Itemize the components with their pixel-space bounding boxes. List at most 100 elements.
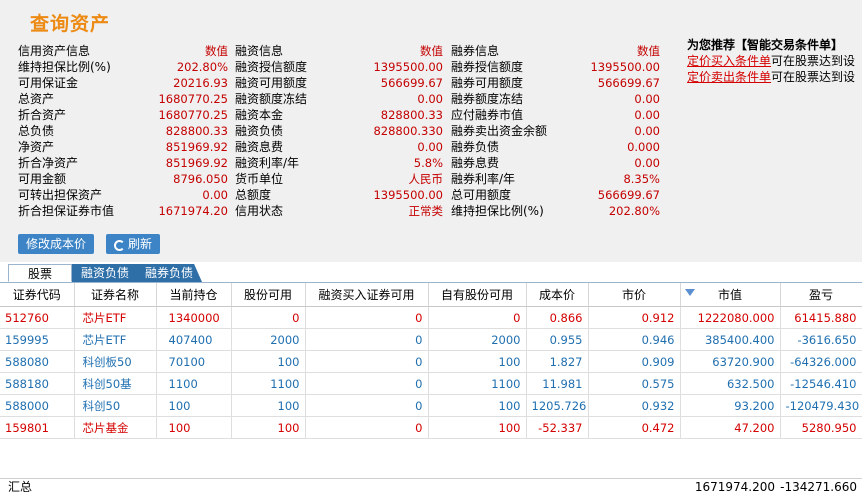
table-cell: 科创50基 <box>74 372 157 395</box>
totals-market-value: 1671974.200 <box>694 480 775 494</box>
info-value: 8.35% <box>623 172 660 186</box>
table-cell: 1340000 <box>156 306 232 329</box>
info-value: 数值 <box>637 44 660 58</box>
info-value: 0.000 <box>627 140 660 154</box>
info-value: 566699.67 <box>597 188 660 202</box>
table-cell: 0.909 <box>588 350 681 373</box>
info-value: 数值 <box>420 44 443 58</box>
table-row[interactable]: 159801 芯片基金 100 100 0 100 -52.337 0.472 47.200 52… <box>0 416 862 439</box>
table-cell: 0.955 <box>526 328 589 351</box>
table-cell: 588180 <box>0 372 75 395</box>
table-row[interactable]: 588000 科创50 100 100 0 100 1205.726 0.932 93.200-… <box>0 394 862 417</box>
info-label: 可转出担保资产 <box>18 188 103 202</box>
table-cell: 100 <box>231 416 306 439</box>
info-label: 可用金额 <box>18 172 67 186</box>
info-label: 维持担保比例(%) <box>451 204 544 218</box>
table-cell: 0.575 <box>588 372 681 395</box>
col1-info-row: 折合担保证券市值 1671974.20 <box>18 203 228 219</box>
column-header[interactable]: 自有股份可用 <box>428 283 527 307</box>
info-label: 折合担保证券市值 <box>18 204 115 218</box>
table-cell: 2000 <box>231 328 306 351</box>
col1-info-row: 总资产 1680770.25 <box>18 91 228 107</box>
info-value: 1680770.25 <box>158 92 228 106</box>
table-cell: 100 <box>156 416 232 439</box>
recommend-text: 可在股票达到设 <box>771 54 856 68</box>
info-label: 总可用额度 <box>451 188 512 202</box>
table-row[interactable]: 588180 科创50基 1100 1100 0 1100 11.981 0.575 632.5… <box>0 372 862 395</box>
table-cell: 0 <box>305 350 429 373</box>
column-header[interactable]: 股份可用 <box>231 283 306 307</box>
table-cell: 100 <box>428 416 527 439</box>
col2-info-row: 融资授信额度 1395500.00 <box>235 59 443 75</box>
info-value: 828800.33 <box>165 124 228 138</box>
col1-info-row: 总负债 828800.33 <box>18 123 228 139</box>
column-header[interactable]: 融资买入证券可用 <box>305 283 429 307</box>
table-cell: 1.827 <box>526 350 589 373</box>
col3-info-row: 融券额度冻结 0.00 <box>451 91 660 107</box>
info-label: 货币单位 <box>235 172 284 186</box>
refresh-button[interactable]: 刷新 <box>106 234 160 254</box>
col3-info-row: 总可用额度 566699.67 <box>451 187 660 203</box>
info-label: 融券额度冻结 <box>451 92 524 106</box>
info-label: 融资本金 <box>235 108 284 122</box>
table-cell: 0.866 <box>526 306 589 329</box>
recommend-line: 定价买入条件单可在股票达到设 <box>687 53 862 69</box>
column-header-market-value[interactable]: 市值 <box>680 283 781 307</box>
table-row[interactable]: 159995 芯片ETF 407400 2000 0 2000 0.955 0.946 3854… <box>0 328 862 351</box>
table-cell: 159995 <box>0 328 75 351</box>
info-label: 信用状态 <box>235 204 284 218</box>
table-row[interactable]: 588080 科创板50 70100 100 0 100 1.827 0.909 63720.9… <box>0 350 862 373</box>
table-cell: 63720.900 <box>680 350 781 373</box>
info-label: 融资可用额度 <box>235 76 308 90</box>
column-header[interactable]: 当前持仓 <box>156 283 232 307</box>
table-cell: 0.912 <box>588 306 681 329</box>
column-header[interactable]: 市价 <box>588 283 681 307</box>
table-cell: 159801 <box>0 416 75 439</box>
table-cell: 5280.950 <box>780 416 862 439</box>
info-value: 1395500.00 <box>373 60 443 74</box>
info-label: 净资产 <box>18 140 55 154</box>
table-cell: 0 <box>231 306 306 329</box>
info-value: 20216.93 <box>173 76 228 90</box>
table-row[interactable]: 512760 芯片ETF 1340000 0 0 0 0.866 0.912 1222080.0… <box>0 306 862 329</box>
info-value: 1671974.20 <box>158 204 228 218</box>
table-cell: 0.472 <box>588 416 681 439</box>
info-label: 融券负债 <box>451 140 500 154</box>
info-label: 总额度 <box>235 188 272 202</box>
info-value: 0.00 <box>417 140 443 154</box>
col1-info-row: 可用保证金 20216.93 <box>18 75 228 91</box>
col2-info-row: 融资息费 0.00 <box>235 139 443 155</box>
column-header[interactable]: 证券名称 <box>74 283 157 307</box>
limit-buy-condition-link[interactable]: 定价买入条件单 <box>687 54 771 68</box>
table-cell: 100 <box>231 394 306 417</box>
column-header[interactable]: 盈亏 <box>780 283 862 307</box>
column-header[interactable]: 成本价 <box>526 283 589 307</box>
refresh-icon <box>113 240 125 251</box>
info-value: 0.00 <box>634 156 660 170</box>
table-cell: 科创板50 <box>74 350 157 373</box>
col3-info-row: 融券可用额度 566699.67 <box>451 75 660 91</box>
col3-info-row: 融券卖出资金余额 0.00 <box>451 123 660 139</box>
totals-label: 汇总 <box>8 480 33 494</box>
info-label: 维持担保比例(%) <box>18 60 111 74</box>
tab-margin-debt[interactable]: 融资负债 <box>72 264 138 282</box>
edit-cost-button[interactable]: 修改成本价 <box>18 234 94 254</box>
info-value: 202.80% <box>608 204 660 218</box>
table-cell: 407400 <box>156 328 232 351</box>
col3-info-row: 融券息费 0.00 <box>451 155 660 171</box>
col1-info-row: 折合净资产 851969.92 <box>18 155 228 171</box>
table-cell: 100 <box>156 394 232 417</box>
column-header[interactable]: 证券代码 <box>0 283 75 307</box>
table-cell: 512760 <box>0 306 75 329</box>
tab-short-debt[interactable]: 融券负债 <box>136 264 202 282</box>
table-cell: 芯片ETF <box>74 306 157 329</box>
table-cell: 2000 <box>428 328 527 351</box>
totals-profit-loss: -134271.660 <box>780 480 857 494</box>
info-label: 融资信息 <box>235 44 284 58</box>
tab-stocks[interactable]: 股票 <box>8 264 72 282</box>
table-header-row: 证券代码 证券名称 当前持仓 股份可用 融资买入证券可用 自有股份可用 成本价 … <box>0 283 862 307</box>
table-cell: 0 <box>428 306 527 329</box>
col2-header-row: 融资信息 数值 <box>235 43 443 59</box>
page-title: 查询资产 <box>30 13 111 35</box>
limit-sell-condition-link[interactable]: 定价卖出条件单 <box>687 70 771 84</box>
